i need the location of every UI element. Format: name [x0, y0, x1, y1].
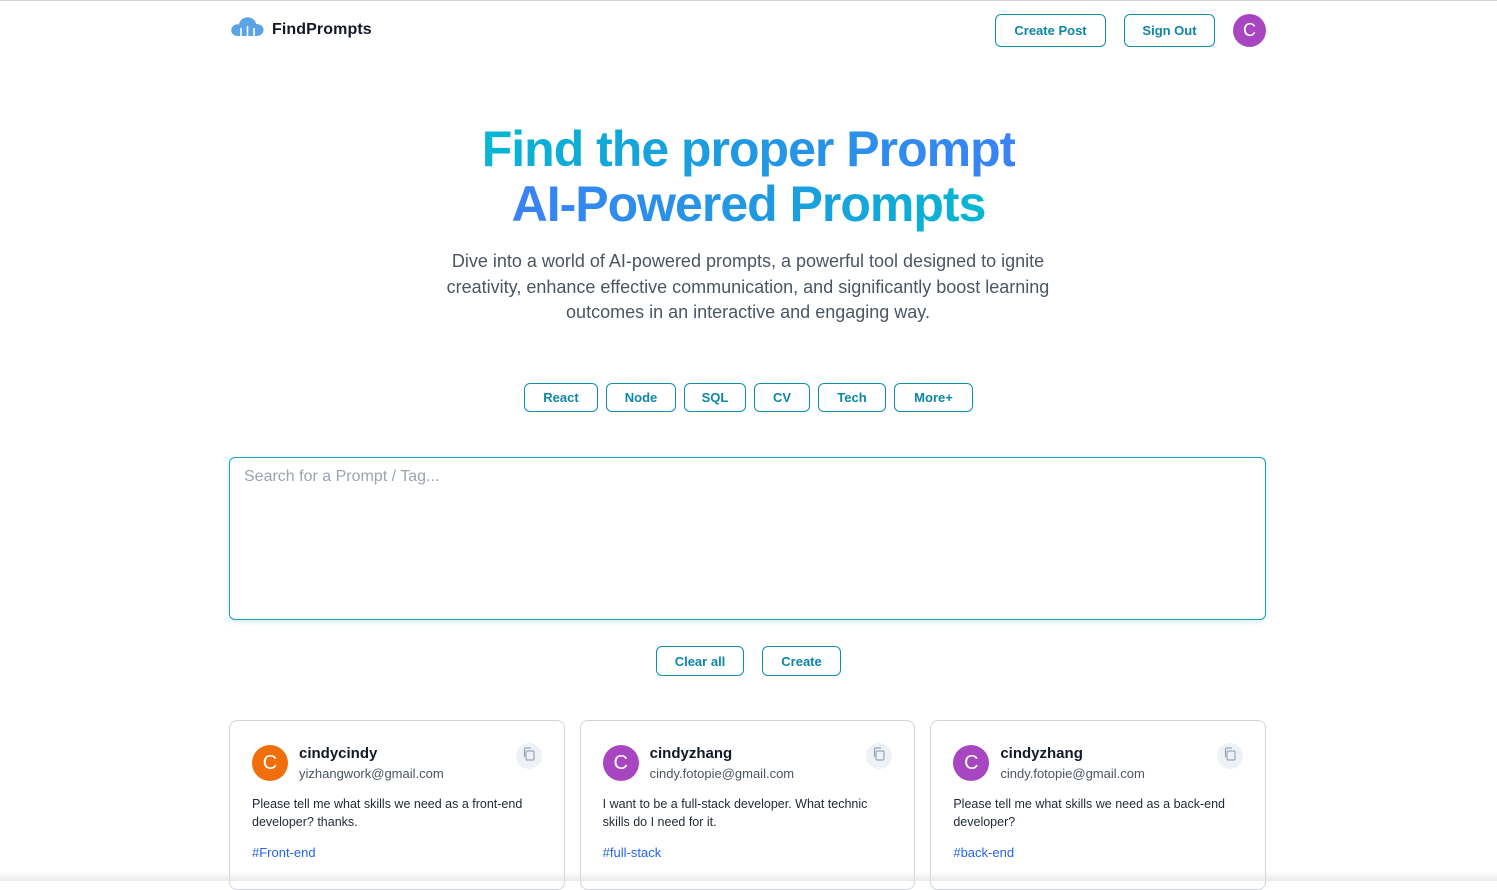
hero-title: Find the proper Prompt AI-Powered Prompt… [0, 122, 1497, 232]
hero-title-line1: Find the proper Prompt [482, 122, 1016, 177]
card-username[interactable]: cindyzhang [650, 745, 794, 762]
card-prompt-text: Please tell me what skills we need as a … [252, 795, 542, 831]
tag-button-more[interactable]: More+ [894, 383, 973, 412]
copy-button[interactable] [1217, 743, 1243, 769]
copy-icon [872, 747, 886, 766]
brand[interactable]: FindPrompts [229, 14, 372, 47]
tag-button-sql[interactable]: SQL [684, 383, 746, 412]
hero-description: Dive into a world of AI-powered prompts,… [443, 249, 1053, 326]
navbar: FindPrompts Create Post Sign Out C [229, 12, 1266, 48]
nav-actions: Create Post Sign Out C [995, 14, 1266, 47]
copy-icon [522, 747, 536, 766]
prompt-card[interactable]: C cindycindy yizhangwork@gmail.com Pleas… [229, 720, 565, 890]
hero-title-line2: AI-Powered Prompts [512, 177, 986, 232]
card-email: cindy.fotopie@gmail.com [650, 766, 794, 781]
search-input[interactable] [229, 457, 1266, 620]
sign-out-button[interactable]: Sign Out [1124, 14, 1215, 47]
user-avatar[interactable]: C [1233, 14, 1266, 47]
copy-button[interactable] [516, 743, 542, 769]
tag-button-node[interactable]: Node [606, 383, 676, 412]
card-tag-link[interactable]: #full-stack [603, 845, 893, 860]
card-tag-link[interactable]: #back-end [953, 845, 1243, 860]
tag-button-cv[interactable]: CV [754, 383, 810, 412]
create-post-button[interactable]: Create Post [995, 14, 1106, 47]
prompt-card-list: C cindycindy yizhangwork@gmail.com Pleas… [229, 720, 1266, 890]
tag-list: React Node SQL CV Tech More+ [0, 383, 1497, 412]
card-email: cindy.fotopie@gmail.com [1000, 766, 1144, 781]
card-header: C cindyzhang cindy.fotopie@gmail.com [603, 743, 893, 781]
prompt-card[interactable]: C cindyzhang cindy.fotopie@gmail.com Ple… [930, 720, 1266, 890]
create-button[interactable]: Create [762, 646, 841, 676]
card-header: C cindyzhang cindy.fotopie@gmail.com [953, 743, 1243, 781]
bottom-shadow [0, 871, 1497, 881]
card-prompt-text: I want to be a full-stack developer. Wha… [603, 795, 893, 831]
card-avatar[interactable]: C [252, 745, 288, 781]
tag-button-react[interactable]: React [524, 383, 598, 412]
card-header: C cindycindy yizhangwork@gmail.com [252, 743, 542, 781]
card-email: yizhangwork@gmail.com [299, 766, 444, 781]
top-border [0, 0, 1497, 1]
copy-icon [1223, 747, 1237, 766]
card-prompt-text: Please tell me what skills we need as a … [953, 795, 1243, 831]
brand-name: FindPrompts [272, 21, 372, 39]
search-actions: Clear all Create [0, 646, 1497, 676]
tag-button-tech[interactable]: Tech [818, 383, 886, 412]
card-username[interactable]: cindyzhang [1000, 745, 1144, 762]
card-username[interactable]: cindycindy [299, 745, 444, 762]
cloud-network-icon [229, 14, 266, 47]
prompt-card[interactable]: C cindyzhang cindy.fotopie@gmail.com I w… [580, 720, 916, 890]
card-avatar[interactable]: C [603, 745, 639, 781]
clear-all-button[interactable]: Clear all [656, 646, 744, 676]
card-tag-link[interactable]: #Front-end [252, 845, 542, 860]
card-avatar[interactable]: C [953, 745, 989, 781]
